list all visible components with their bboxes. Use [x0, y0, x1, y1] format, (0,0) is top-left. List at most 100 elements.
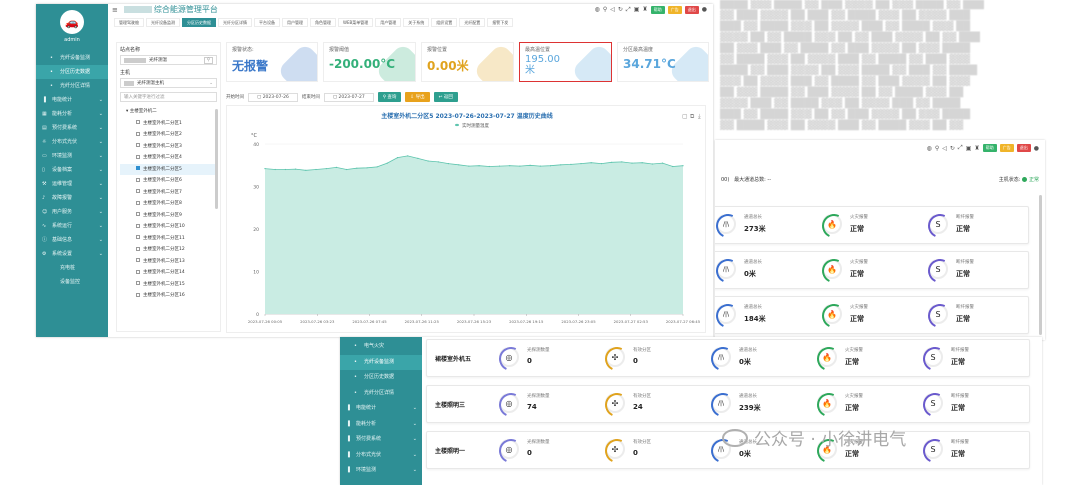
scrollbar[interactable]: [1039, 195, 1042, 335]
globe-icon[interactable]: ◍: [927, 145, 932, 152]
tab-0[interactable]: 管理驾驶舱: [114, 18, 144, 27]
tree-node[interactable]: 主楼室外机二分区6: [120, 175, 217, 187]
sidebar-item[interactable]: ▐ 电能统计 ⌄: [340, 401, 422, 417]
checkbox[interactable]: [136, 212, 140, 216]
sidebar-item[interactable]: ⚒ 运维管理 ⌄: [36, 177, 108, 191]
restore-icon[interactable]: ▢: [682, 113, 688, 120]
sidebar-item[interactable]: ▦ 能耗分析 ⌄: [36, 107, 108, 121]
sidebar-item[interactable]: ▐ 预付费系统 ⌄: [340, 432, 422, 448]
sidebar-item[interactable]: • 分区历史数据: [340, 370, 422, 386]
checkbox[interactable]: [136, 246, 140, 251]
checkbox[interactable]: [136, 235, 140, 239]
sidebar-item[interactable]: ☺ 用户服务 ⌄: [36, 205, 108, 219]
tab-12[interactable]: 报警下发: [487, 18, 514, 27]
fullscreen-icon[interactable]: ⤢: [626, 6, 631, 14]
ad-button[interactable]: 广告: [999, 144, 1014, 152]
sidebar-item[interactable]: • 光纤设备监测: [340, 354, 422, 370]
tab-7[interactable]: WEB菜单管理: [338, 18, 374, 27]
tab-2[interactable]: 分区历史数据: [182, 18, 216, 27]
sidebar-item[interactable]: ▤ 预付费系统 ⌄: [36, 121, 108, 135]
help-button[interactable]: 帮助: [982, 144, 997, 152]
sidebar-item[interactable]: • 分区历史数据: [36, 65, 108, 79]
export-button[interactable]: ⇩ 导出: [405, 92, 430, 102]
checkbox[interactable]: [136, 143, 140, 147]
avatar[interactable]: 🚗: [60, 10, 84, 34]
sidebar-item[interactable]: 设备监控: [36, 275, 108, 289]
volume-icon[interactable]: ◁: [610, 6, 615, 13]
refresh-icon[interactable]: ↻: [618, 6, 623, 13]
help-button[interactable]: 帮助: [650, 5, 665, 14]
search-icon[interactable]: ⚲: [203, 56, 213, 64]
tree-node[interactable]: 主楼室外机二分区16: [120, 290, 217, 302]
tree-node[interactable]: 主楼室外机二分区13: [120, 256, 217, 268]
user-icon[interactable]: ●: [1034, 145, 1039, 152]
station-select[interactable]: 光纤测温 ⚲: [120, 55, 217, 65]
checkbox[interactable]: [136, 120, 140, 124]
image-icon[interactable]: ▣: [966, 145, 972, 152]
tab-8[interactable]: 用户管理: [375, 18, 402, 27]
tree-node[interactable]: 主楼室外机二分区4: [120, 152, 217, 164]
logout-button[interactable]: 退出: [684, 5, 699, 14]
sidebar-item[interactable]: • 光纤分区详情: [340, 386, 422, 402]
sidebar-item[interactable]: ☼ 分布式光伏 ⌄: [36, 135, 108, 149]
refresh-icon[interactable]: ↻: [950, 145, 955, 152]
tab-6[interactable]: 角色管理: [310, 18, 336, 27]
checkbox[interactable]: [136, 292, 140, 297]
hamburger-icon[interactable]: ≡: [112, 6, 118, 14]
tree-filter-input[interactable]: 输入关键字进行过滤: [120, 92, 217, 102]
tab-5[interactable]: 用户管理: [282, 18, 308, 27]
tab-1[interactable]: 光纤设备监测: [146, 18, 180, 27]
globe-icon[interactable]: ◍: [595, 6, 600, 13]
sidebar-item[interactable]: • 光纤设备监测: [36, 51, 108, 65]
tree-node[interactable]: 主楼室外机二分区8: [120, 198, 217, 210]
checkbox[interactable]: [136, 223, 140, 228]
tab-9[interactable]: 关于系统: [403, 18, 430, 27]
end-date-input[interactable]: ▢ 2023-07-27: [323, 92, 374, 102]
fullscreen-icon[interactable]: ⤢: [958, 144, 963, 152]
sidebar-item[interactable]: ⓘ 基础信息 ⌄: [36, 233, 108, 247]
tree-scrollbar[interactable]: [215, 109, 218, 209]
host-select[interactable]: 光纤测温主机 ⌄: [120, 78, 217, 88]
shirt-icon[interactable]: ♜: [642, 6, 647, 13]
checkbox[interactable]: [136, 281, 140, 285]
volume-icon[interactable]: ◁: [942, 145, 947, 152]
checkbox[interactable]: [136, 154, 140, 159]
shirt-icon[interactable]: ♜: [974, 145, 979, 152]
tree-node[interactable]: 主楼室外机二分区14: [120, 267, 217, 279]
checkbox[interactable]: [136, 269, 140, 274]
tab-11[interactable]: 光纤配置: [459, 18, 486, 27]
start-date-input[interactable]: ▢ 2023-07-26: [248, 92, 298, 102]
checkbox[interactable]: [136, 258, 140, 262]
ad-button[interactable]: 广告: [667, 5, 682, 14]
tab-3[interactable]: 光纤分区详情: [218, 18, 252, 27]
tree-node[interactable]: 主楼室外机二分区2: [120, 129, 217, 141]
sidebar-item[interactable]: • 电气火灾: [340, 339, 422, 355]
image-icon[interactable]: ▣: [634, 6, 640, 13]
search-icon[interactable]: ⚲: [603, 6, 607, 13]
tree-node[interactable]: 主楼室外机二分区3: [120, 141, 217, 153]
sidebar-item[interactable]: ▐ 能耗分析 ⌄: [340, 417, 422, 433]
sidebar-item[interactable]: ∿ 系统运行 ⌄: [36, 219, 108, 233]
sidebar-item[interactable]: ▐ 分布式光伏 ⌄: [340, 448, 422, 464]
logout-button[interactable]: 退出: [1016, 144, 1031, 152]
tree-root[interactable]: ▾ 主楼室外机二: [120, 106, 217, 118]
tree-node[interactable]: 主楼室外机二分区11: [120, 233, 217, 245]
sidebar-item[interactable]: • 光纤分区详情: [36, 79, 108, 93]
tree-node[interactable]: 主楼室外机二分区5: [120, 163, 217, 175]
tree-node[interactable]: 主楼室外机二分区7: [120, 187, 217, 199]
tree-node[interactable]: 主楼室外机二分区1: [120, 118, 217, 130]
sidebar-item[interactable]: ♪ 故障报警 ⌄: [36, 191, 108, 205]
sidebar-item[interactable]: ▐ 环境监测 ⌄: [340, 463, 422, 479]
sidebar-item[interactable]: ▭ 环境监测 ⌄: [36, 149, 108, 163]
sidebar-item[interactable]: ⚙ 系统设置 ⌄: [36, 247, 108, 261]
back-button[interactable]: ↩ 返回: [433, 92, 458, 102]
checkbox[interactable]: [136, 177, 140, 182]
tree-node[interactable]: 主楼室外机二分区15: [120, 279, 217, 291]
checkbox[interactable]: [136, 131, 140, 136]
tab-10[interactable]: 组织设置: [431, 18, 458, 27]
checkbox[interactable]: [136, 200, 140, 205]
user-icon[interactable]: ●: [702, 6, 707, 13]
search-icon[interactable]: ⚲: [935, 145, 939, 152]
checkbox[interactable]: [136, 189, 140, 193]
sidebar-item[interactable]: ▐ 电能统计 ⌄: [36, 93, 108, 107]
